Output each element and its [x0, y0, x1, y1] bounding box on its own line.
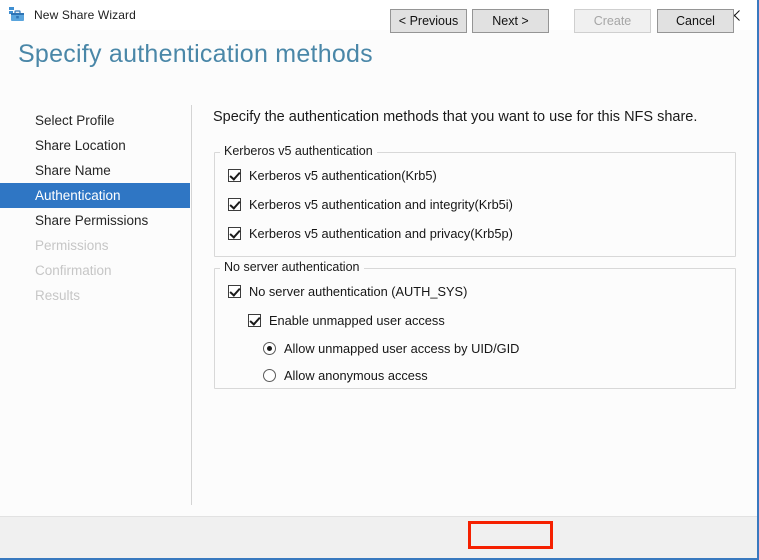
checkbox-enable-unmapped-user-access-label: Enable unmapped user access — [269, 313, 445, 328]
checkbox-krb5i-box[interactable] — [228, 198, 241, 211]
checkbox-krb5p-label: Kerberos v5 authentication and privacy(K… — [249, 226, 513, 241]
wizard-footer — [0, 516, 757, 558]
checkbox-krb5-box[interactable] — [228, 169, 241, 182]
next-button[interactable]: Next > — [472, 9, 549, 33]
checkbox-auth-sys[interactable]: No server authentication (AUTH_SYS) — [228, 284, 467, 299]
wizard-header: Specify authentication methods — [0, 30, 757, 96]
checkbox-enable-unmapped-user-access-box[interactable] — [248, 314, 261, 327]
radio-allow-anonymous-access[interactable]: Allow anonymous access — [263, 368, 428, 383]
kerberos-group-box: Kerberos v5 authentication Kerberos v5 a… — [214, 144, 736, 257]
new-share-wizard-window: New Share Wizard Specify authentication … — [0, 0, 759, 560]
next-button-focus-indicator — [473, 522, 548, 524]
sidebar-item-select-profile[interactable]: Select Profile — [0, 108, 190, 133]
previous-button[interactable]: < Previous — [390, 9, 467, 33]
checkbox-krb5i-label: Kerberos v5 authentication and integrity… — [249, 197, 513, 212]
sidebar-item-share-permissions[interactable]: Share Permissions — [0, 208, 190, 233]
wizard-body: Select Profile Share Location Share Name… — [0, 96, 757, 516]
create-button: Create — [574, 9, 651, 33]
radio-allow-unmapped-uid-gid[interactable]: Allow unmapped user access by UID/GID — [263, 341, 519, 356]
checkbox-krb5-label: Kerberos v5 authentication(Krb5) — [249, 168, 437, 183]
kerberos-group-legend: Kerberos v5 authentication — [220, 144, 377, 158]
sidebar-item-authentication[interactable]: Authentication — [0, 183, 190, 208]
sidebar-item-results: Results — [35, 288, 81, 303]
radio-allow-anonymous-access-dot[interactable] — [263, 369, 276, 382]
main-pane: Specify the authentication methods that … — [191, 96, 757, 516]
page-title: Specify authentication methods — [18, 40, 373, 68]
radio-allow-unmapped-uid-gid-label: Allow unmapped user access by UID/GID — [284, 341, 520, 356]
window-title: New Share Wizard — [34, 8, 136, 22]
sidebar-item-share-location[interactable]: Share Location — [0, 133, 190, 158]
no-server-authentication-group-box: No server authentication No server authe… — [214, 260, 736, 389]
instruction-text: Specify the authentication methods that … — [213, 109, 698, 125]
checkbox-enable-unmapped-user-access[interactable]: Enable unmapped user access — [248, 313, 445, 328]
wizard-steps-sidebar: Select Profile Share Location Share Name… — [0, 108, 191, 308]
radio-allow-anonymous-access-label: Allow anonymous access — [284, 368, 428, 383]
checkbox-auth-sys-label: No server authentication (AUTH_SYS) — [249, 284, 468, 299]
checkbox-auth-sys-box[interactable] — [228, 285, 241, 298]
sidebar-item-permissions: Permissions — [35, 238, 109, 253]
share-folder-icon — [9, 7, 25, 23]
checkbox-krb5p[interactable]: Kerberos v5 authentication and privacy(K… — [228, 226, 513, 241]
radio-allow-unmapped-uid-gid-dot[interactable] — [263, 342, 276, 355]
cancel-button[interactable]: Cancel — [657, 9, 734, 33]
checkbox-krb5p-box[interactable] — [228, 227, 241, 240]
checkbox-krb5[interactable]: Kerberos v5 authentication(Krb5) — [228, 168, 437, 183]
no-server-authentication-group-legend: No server authentication — [220, 260, 364, 274]
sidebar-item-share-name[interactable]: Share Name — [0, 158, 190, 183]
sidebar-item-confirmation: Confirmation — [35, 263, 112, 278]
checkbox-krb5i[interactable]: Kerberos v5 authentication and integrity… — [228, 197, 513, 212]
